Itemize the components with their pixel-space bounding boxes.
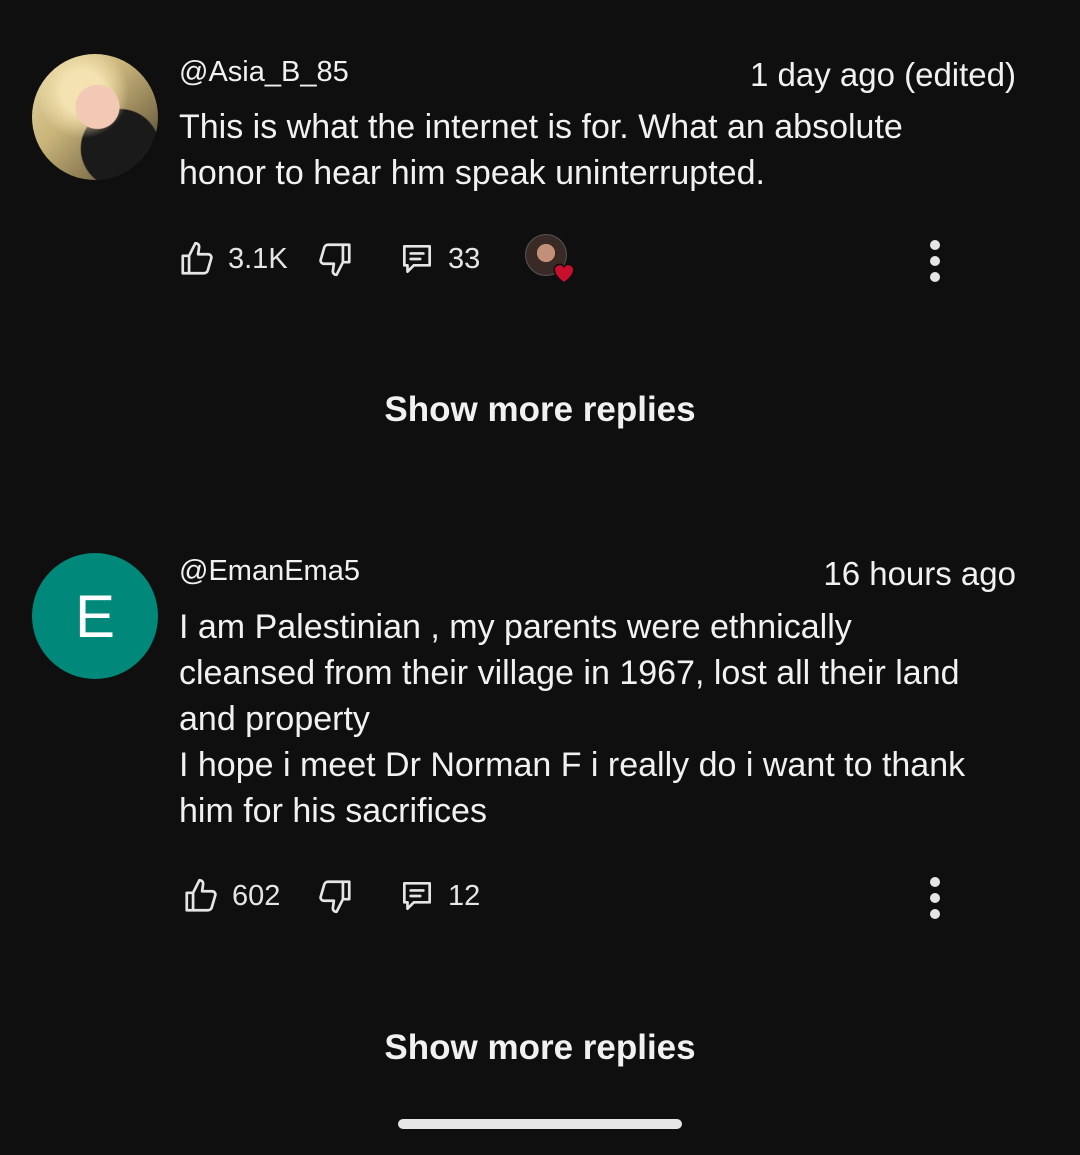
thumbs-down-icon (319, 243, 351, 277)
like-button[interactable]: 602 (182, 871, 280, 921)
reply-button[interactable]: 33 (398, 234, 480, 284)
dislike-button[interactable] (316, 234, 354, 284)
comment-text: This is what the internet is for. What a… (179, 108, 903, 192)
like-count: 602 (232, 879, 281, 912)
thumbs-up-icon (185, 878, 217, 912)
comment-icon (402, 881, 432, 911)
comment-icon (402, 244, 432, 274)
like-count: 3.1K (228, 242, 288, 275)
like-button[interactable]: 3.1K (178, 234, 288, 284)
dislike-button[interactable] (316, 871, 354, 921)
heart-icon (553, 263, 575, 284)
comment-timestamp: 1 day ago (edited) (749, 56, 1016, 93)
thumbs-up-icon (181, 241, 213, 275)
show-more-replies-button[interactable]: Show more replies (0, 390, 1080, 430)
thumbs-down-icon (319, 880, 351, 914)
avatar[interactable] (32, 54, 158, 180)
reply-count: 12 (448, 879, 481, 912)
comment-text: I am Palestinian , my parents were ethni… (179, 608, 966, 830)
show-more-replies-button[interactable]: Show more replies (0, 1028, 1080, 1068)
comment-author[interactable]: @EmanEma5 (179, 555, 360, 588)
comment-timestamp: 16 hours ago (823, 555, 1016, 592)
more-options-icon[interactable] (924, 875, 944, 921)
comment-actions: 3.1K 33 (178, 234, 1038, 284)
reply-count: 33 (448, 242, 481, 275)
home-indicator[interactable] (398, 1119, 682, 1129)
avatar[interactable]: E (32, 553, 158, 679)
comment-author[interactable]: @Asia_B_85 (179, 56, 349, 89)
reply-button[interactable]: 12 (398, 871, 480, 921)
more-options-icon[interactable] (924, 238, 944, 284)
comment-actions: 602 12 (178, 871, 1038, 921)
